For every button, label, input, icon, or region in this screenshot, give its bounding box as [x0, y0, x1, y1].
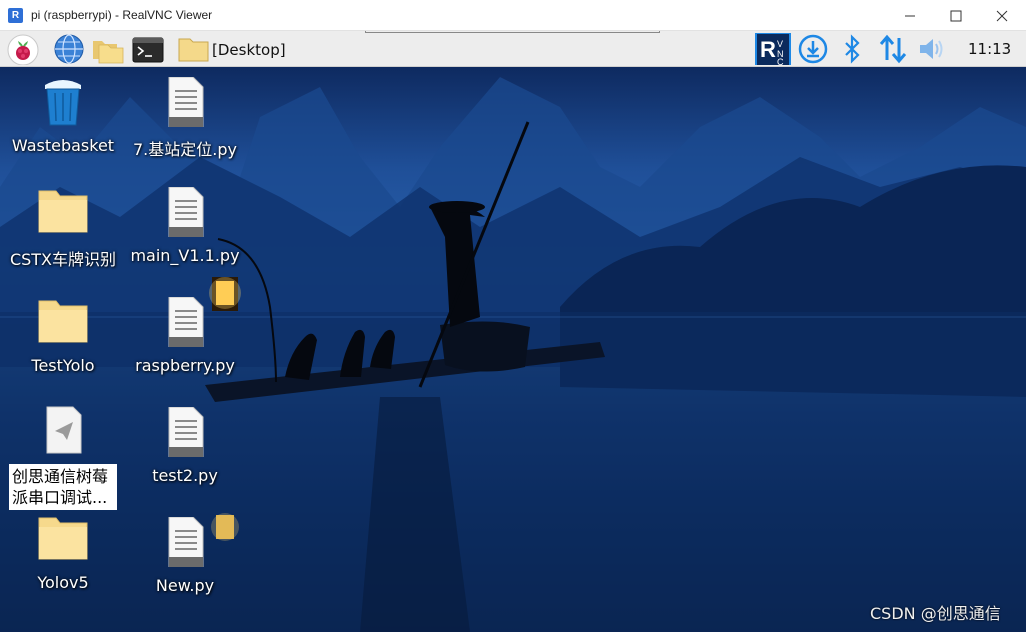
web-browser-icon[interactable] [52, 33, 86, 65]
file-manager-icon[interactable] [90, 33, 126, 65]
desktop-icon-label: New.py [155, 576, 215, 595]
desktop-icon-file[interactable]: main_V1.1.py [124, 186, 246, 265]
desktop-icon-folder[interactable]: TestYolo [2, 297, 124, 375]
svg-text:V: V [777, 39, 783, 49]
volume-icon[interactable] [917, 33, 947, 65]
desktop-icon-folder[interactable]: CSTX车牌识别 [2, 187, 124, 270]
desktop-window-button[interactable]: [Desktop] [177, 33, 286, 65]
desktop-icon-file[interactable]: 7.基站定位.py [124, 76, 246, 160]
close-icon [996, 10, 1008, 22]
folder-icon [38, 300, 88, 343]
desktop-icon-label: Yolov5 [37, 573, 89, 592]
desktop-icon-label: main_V1.1.py [130, 246, 240, 265]
realvnc-app-icon: R [8, 8, 23, 23]
desktop-icon-label: 7.基站定位.py [133, 140, 237, 159]
pi-taskbar: [Desktop] R V N C 11:13 [0, 31, 1026, 67]
desktop-icon-file[interactable]: test2.py [124, 406, 246, 485]
folder-icon [38, 517, 88, 560]
desktop-window-label: [Desktop] [212, 41, 286, 59]
realvnc-tray-icon[interactable]: R V N C [755, 33, 791, 65]
maximize-button[interactable] [933, 0, 979, 31]
minimize-icon [905, 15, 915, 17]
folder-icon [178, 38, 209, 62]
desktop-icon-label: CSTX车牌识别 [9, 250, 117, 269]
close-button[interactable] [979, 0, 1025, 31]
network-arrows-icon[interactable] [877, 33, 909, 65]
terminal-icon[interactable] [131, 33, 165, 65]
desktop-icon-label: TestYolo [31, 356, 95, 375]
desktop-icon-document-selected[interactable]: 创思通信树莓派串口调试... [2, 405, 124, 510]
desktop-icon-label: Wastebasket [11, 136, 115, 155]
desktop-icon-label-selected: 创思通信树莓派串口调试... [9, 464, 117, 510]
desktop-icon-file[interactable]: New.py [124, 516, 246, 595]
clock: 11:13 [968, 40, 1012, 58]
text-file-icon [168, 296, 204, 348]
csdn-watermark: CSDN @创思通信 [870, 604, 1001, 623]
desktop-icon-folder[interactable]: Yolov5 [2, 514, 124, 592]
trash-icon [45, 80, 81, 126]
text-file-icon [168, 406, 204, 458]
desktop[interactable]: Wastebasket CSTX车牌识别 TestYolo 创思通信树莓派串口调… [0, 67, 1026, 632]
document-send-icon [46, 406, 82, 454]
download-icon[interactable] [797, 33, 829, 65]
text-file-icon [168, 76, 204, 128]
folder-icon [38, 190, 88, 233]
svg-text:R: R [760, 37, 776, 62]
window-title-bar[interactable]: R pi (raspberrypi) - RealVNC Viewer [0, 0, 1026, 31]
svg-text:C: C [777, 57, 784, 65]
minimize-button[interactable] [887, 0, 933, 31]
text-file-icon [168, 186, 204, 238]
vnc-toolbar-handle[interactable] [365, 31, 660, 33]
raspberry-menu-icon[interactable] [6, 33, 40, 65]
desktop-icon-file[interactable]: raspberry.py [124, 296, 246, 375]
desktop-icon-label: test2.py [152, 466, 218, 485]
desktop-icon-wastebasket[interactable]: Wastebasket [2, 77, 124, 155]
text-file-icon [168, 516, 204, 568]
desktop-icon-label: raspberry.py [135, 356, 235, 375]
window-title: pi (raspberrypi) - RealVNC Viewer [31, 8, 213, 22]
bluetooth-icon[interactable] [840, 33, 864, 65]
maximize-icon [950, 10, 962, 22]
